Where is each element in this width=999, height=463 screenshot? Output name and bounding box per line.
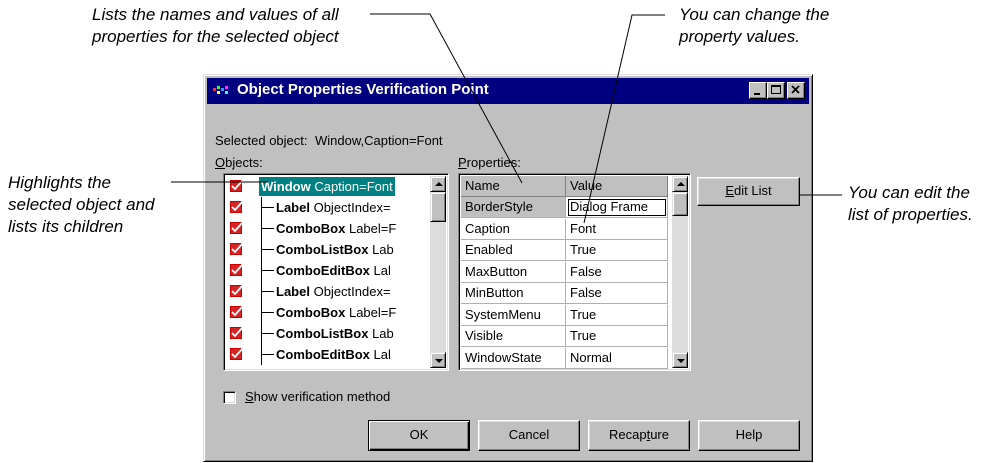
callout-leader-lines (171, 13, 842, 224)
